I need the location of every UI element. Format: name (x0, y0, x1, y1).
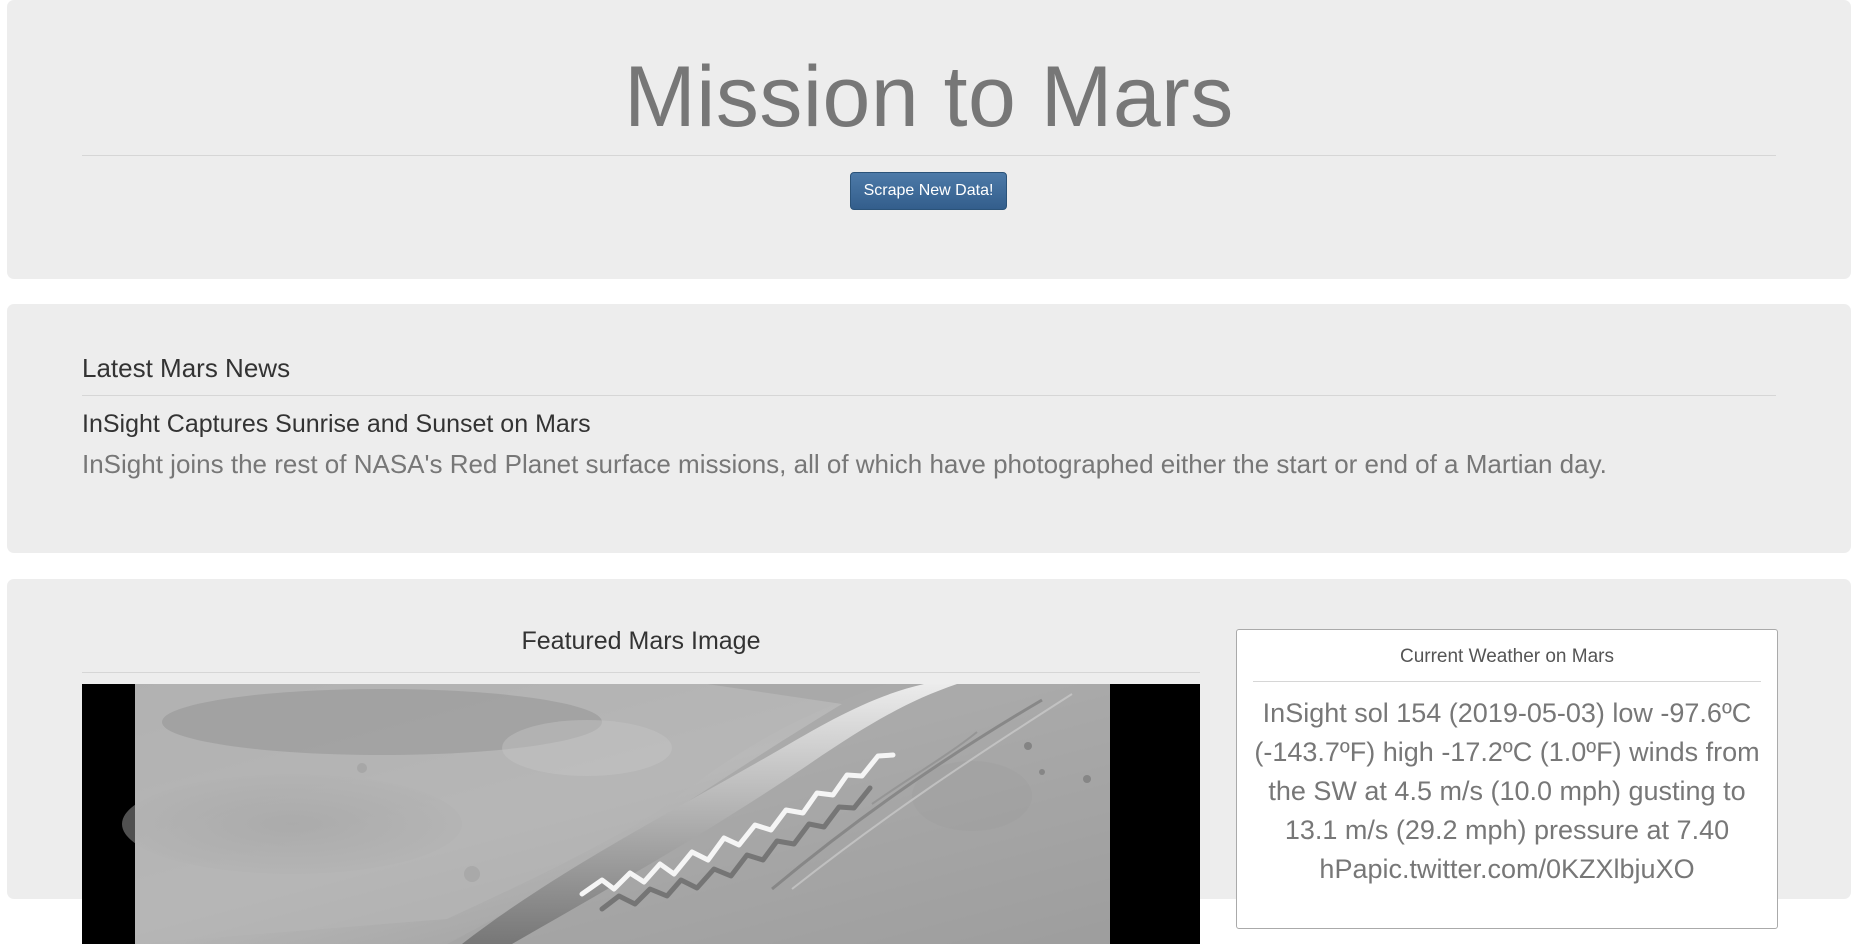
news-panel: Latest Mars News InSight Captures Sunris… (7, 304, 1851, 553)
weather-card: Current Weather on Mars InSight sol 154 … (1236, 629, 1778, 929)
news-section-title: Latest Mars News (82, 353, 291, 383)
featured-mars-image (82, 684, 1200, 944)
featured-image-title: Featured Mars Image (521, 627, 761, 655)
scrape-new-data-button[interactable]: Scrape New Data! (850, 172, 1007, 210)
weather-title: Current Weather on Mars (1399, 646, 1614, 667)
news-teaser: InSight joins the rest of NASA's Red Pla… (82, 449, 1607, 479)
weather-divider (1253, 681, 1761, 682)
weather-tweet-text: InSight sol 154 (2019-05-03) low -97.6ºC… (1254, 698, 1760, 884)
page-title: Mission to Mars (624, 49, 1234, 145)
news-headline: InSight Captures Sunrise and Sunset on M… (82, 410, 591, 438)
media-panel: Featured Mars Image Current Weather on M… (7, 579, 1851, 944)
featured-divider (82, 672, 1200, 673)
mars-terrain-photo (82, 684, 1200, 944)
header-divider (82, 155, 1776, 156)
header-jumbotron: Mission to Mars Scrape New Data! (7, 0, 1851, 279)
news-divider (82, 395, 1776, 396)
